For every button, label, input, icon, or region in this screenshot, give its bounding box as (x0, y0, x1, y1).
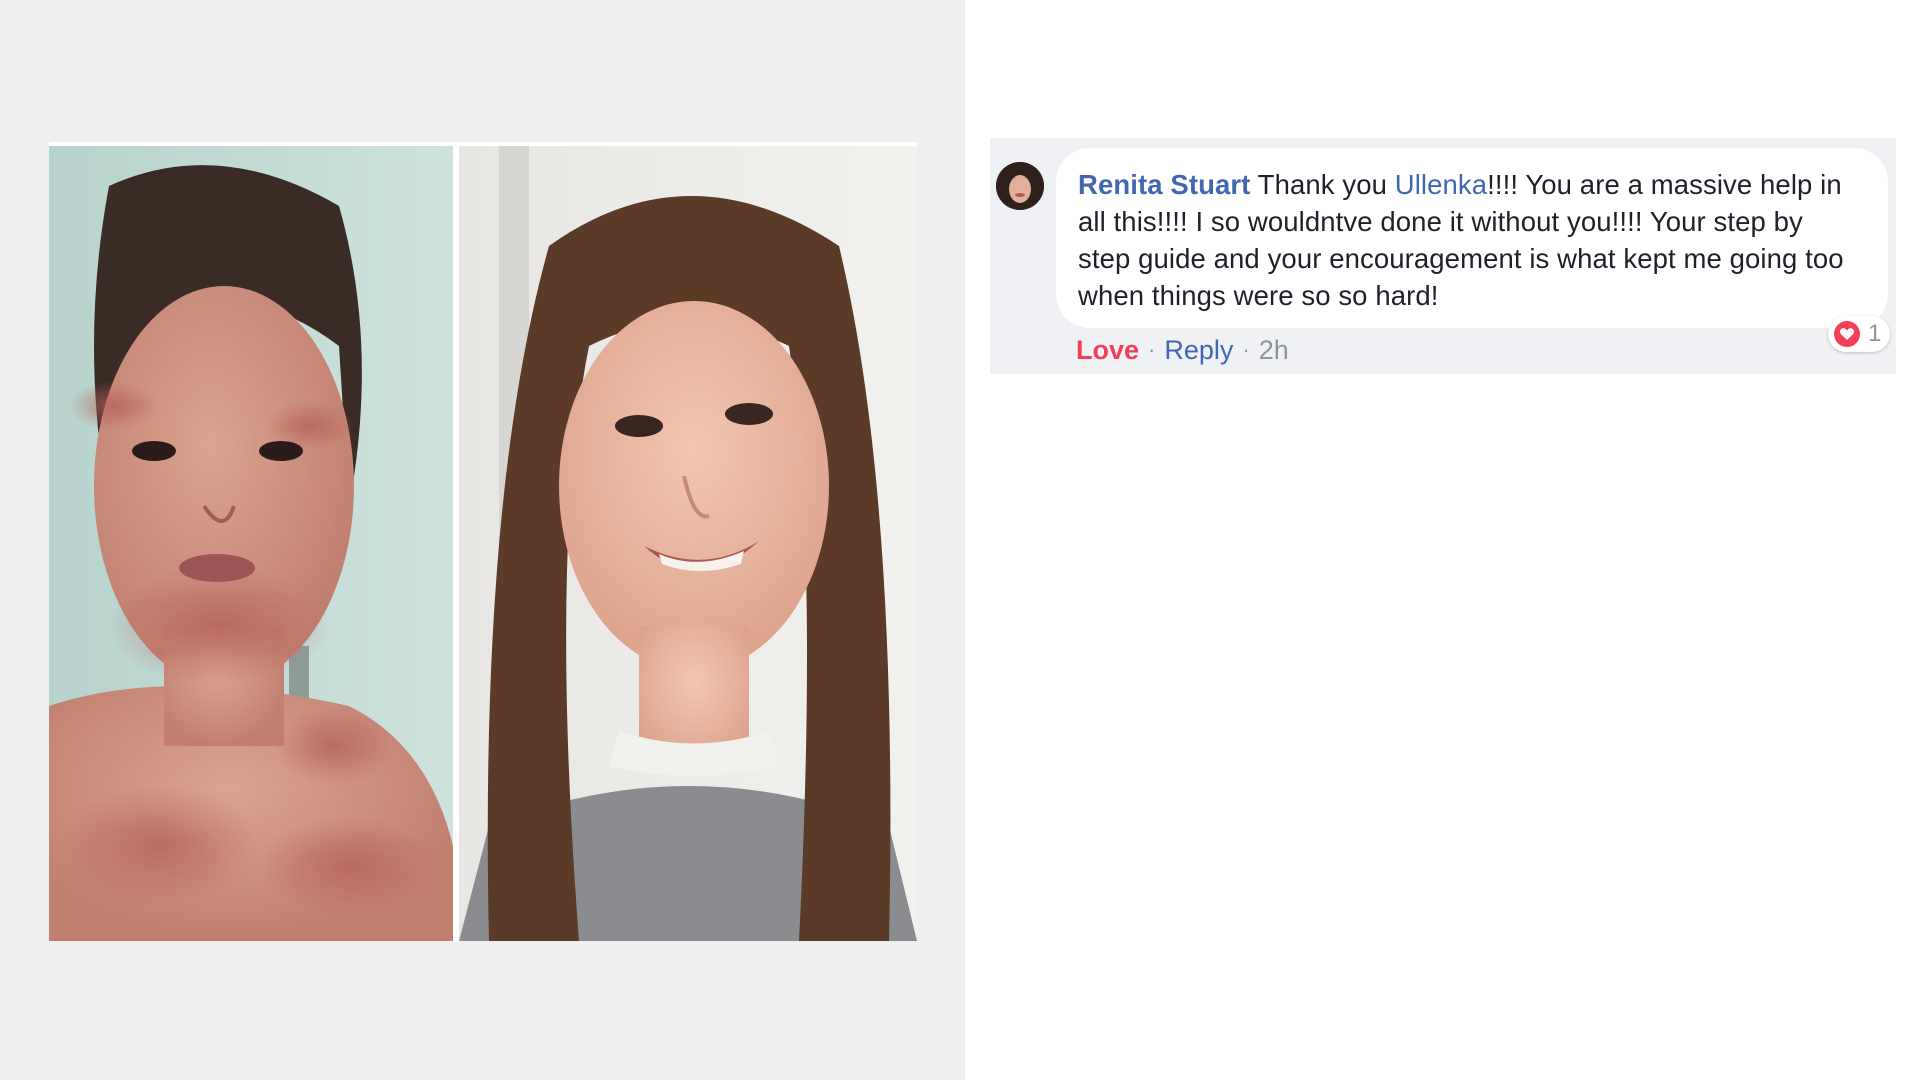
comment-text-part: Thank you (1250, 169, 1395, 200)
before-photo (49, 146, 453, 941)
comment: Renita Stuart Thank you Ullenka!!!! You … (990, 138, 1896, 374)
author-name[interactable]: Renita Stuart (1078, 169, 1250, 200)
heart-icon (1834, 321, 1860, 347)
avatar[interactable] (996, 162, 1044, 210)
photo-panel (0, 0, 965, 1080)
before-after-photo (49, 142, 917, 941)
comment-text: Renita Stuart Thank you Ullenka!!!! You … (1078, 166, 1862, 314)
comment-actions: Love · Reply · 2h (1076, 332, 1289, 368)
separator: · (1242, 337, 1250, 362)
after-photo (459, 146, 917, 941)
comment-bubble: Renita Stuart Thank you Ullenka!!!! You … (1056, 148, 1888, 328)
separator: · (1148, 337, 1156, 362)
reaction-badge[interactable]: 1 (1828, 316, 1890, 352)
love-button[interactable]: Love (1076, 335, 1139, 366)
reply-button[interactable]: Reply (1164, 335, 1233, 366)
mention-link[interactable]: Ullenka (1395, 169, 1487, 200)
timestamp[interactable]: 2h (1259, 335, 1289, 366)
reaction-count: 1 (1868, 320, 1882, 347)
